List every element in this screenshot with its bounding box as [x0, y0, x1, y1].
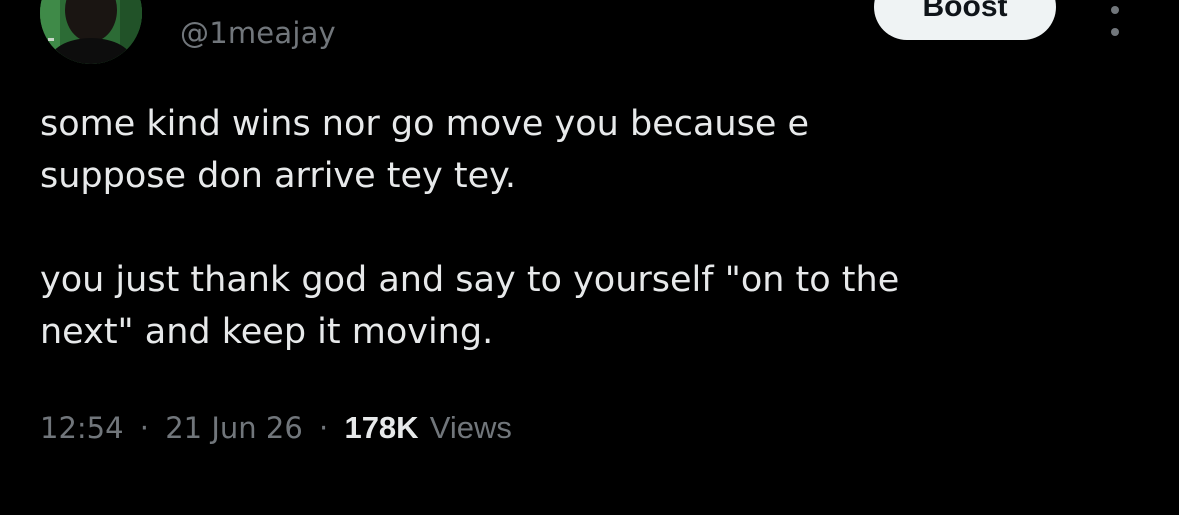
more-options-dot — [1111, 6, 1119, 14]
tweet-date[interactable]: 21 Jun 26 — [165, 411, 303, 445]
more-options-dot — [1111, 28, 1119, 36]
avatar[interactable] — [40, 0, 142, 64]
tweet-text: some kind wins nor go move you because e… — [40, 98, 1140, 358]
views-count[interactable]: 178K — [344, 410, 418, 445]
author-handle[interactable]: @1meajay — [180, 16, 336, 50]
tweet-meta: 12:54 · 21 Jun 26 · 178K Views — [40, 410, 512, 446]
boost-button[interactable]: Boost — [874, 0, 1056, 40]
tweet-paragraph: you just thank god and say to yourself "… — [40, 260, 900, 352]
tweet-paragraph: some kind wins nor go move you because e… — [40, 104, 810, 196]
tweet-container: @1meajay Boost some kind wins nor go mov… — [0, 0, 1179, 515]
more-options-icon[interactable] — [1102, 0, 1128, 52]
avatar-image — [40, 0, 142, 64]
meta-separator: · — [139, 411, 150, 445]
views-label: Views — [429, 410, 512, 445]
meta-separator: · — [319, 411, 329, 445]
tweet-time[interactable]: 12:54 — [40, 411, 124, 445]
